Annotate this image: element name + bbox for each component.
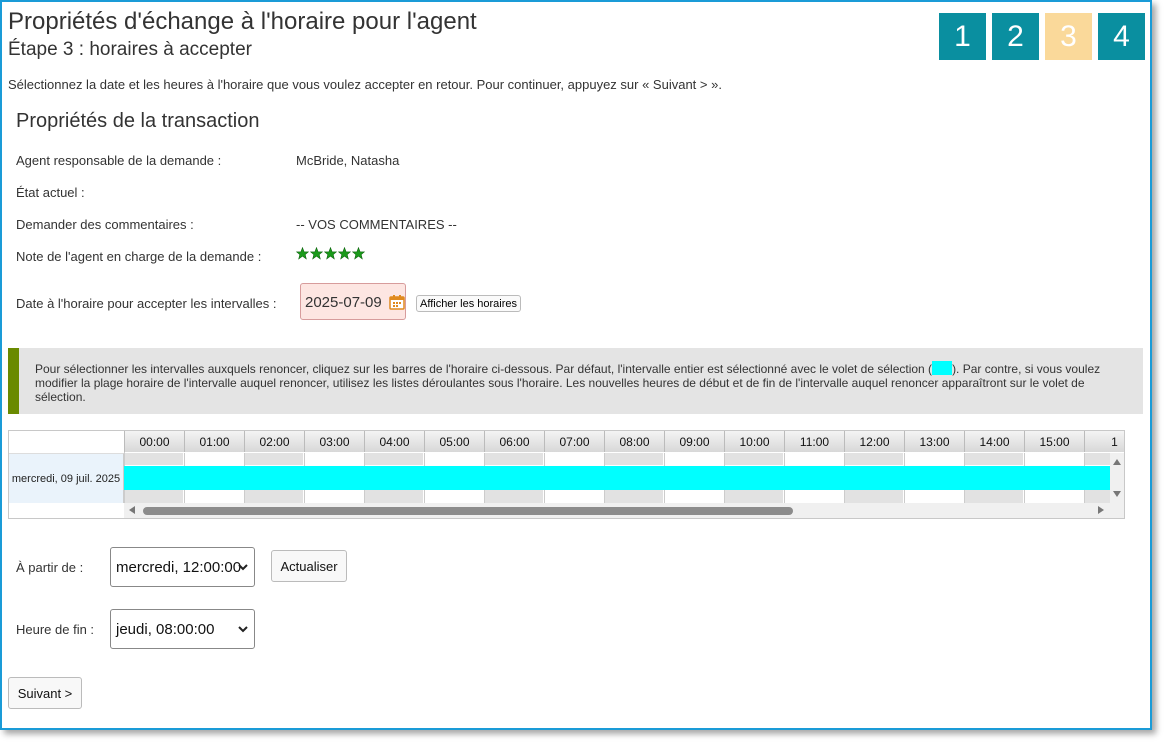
- hour-header-cell: 05:00: [424, 431, 484, 452]
- hour-header-cell: 04:00: [364, 431, 424, 452]
- page-title: Propriétés d'échange à l'horaire pour l'…: [8, 8, 477, 35]
- scrollbar-thumb[interactable]: [143, 507, 793, 515]
- hour-header-cell: 1: [1084, 431, 1124, 452]
- step-2[interactable]: 2: [992, 13, 1039, 60]
- scroll-down-icon[interactable]: [1113, 491, 1121, 497]
- end-select-value: jeudi, 08:00:00: [116, 620, 215, 638]
- star-icon: [352, 247, 365, 260]
- next-button[interactable]: Suivant >: [8, 677, 82, 709]
- refresh-button[interactable]: Actualiser: [271, 550, 347, 582]
- comments-value: -- VOS COMMENTAIRES --: [296, 217, 457, 232]
- hour-header-cell: 02:00: [244, 431, 304, 452]
- hour-header-cell: 10:00: [724, 431, 784, 452]
- hour-header-cell: 03:00: [304, 431, 364, 452]
- hour-header-cell: 12:00: [844, 431, 904, 452]
- step-3-active: 3: [1045, 13, 1092, 60]
- comments-label: Demander des commentaires :: [16, 217, 194, 232]
- hour-header-cell: 08:00: [604, 431, 664, 452]
- info-box: Pour sélectionner les intervalles auxque…: [8, 348, 1143, 414]
- hour-header-cell: 00:00: [124, 431, 184, 452]
- hour-header-cell: 13:00: [904, 431, 964, 452]
- step-1[interactable]: 1: [939, 13, 986, 60]
- scroll-up-icon[interactable]: [1113, 459, 1121, 465]
- step-indicator: 1 2 3 4: [939, 13, 1145, 60]
- show-schedules-button[interactable]: Afficher les horaires: [416, 295, 522, 312]
- end-select[interactable]: jeudi, 08:00:00: [110, 609, 255, 649]
- from-select-value: mercredi, 12:00:00: [116, 558, 242, 576]
- step-subtitle: Étape 3 : horaires à accepter: [8, 39, 252, 60]
- vertical-scrollbar[interactable]: [1110, 453, 1124, 503]
- selection-swatch: [932, 361, 953, 375]
- star-icon: [338, 247, 351, 260]
- agent-value: McBride, Natasha: [296, 153, 400, 168]
- star-icon: [324, 247, 337, 260]
- from-select[interactable]: mercredi, 12:00:00: [110, 547, 255, 587]
- chevron-down-icon: [238, 626, 248, 633]
- end-label: Heure de fin :: [16, 622, 95, 637]
- schedule-grid: 00:00 01:00 02:00 03:00 04:00 05:00 06:00 07:00…: [8, 430, 1125, 519]
- selection-bar[interactable]: [124, 466, 1110, 490]
- grid-corner: [9, 431, 125, 453]
- horizontal-scrollbar[interactable]: [124, 503, 1124, 518]
- star-icon: [296, 247, 309, 260]
- hour-header-cell: 09:00: [664, 431, 724, 452]
- from-label: À partir de :: [16, 560, 84, 575]
- dialog-frame: Propriétés d'échange à l'horaire pour l'…: [0, 0, 1152, 730]
- hour-header: 00:00 01:00 02:00 03:00 04:00 05:00 06:00 07:00…: [124, 431, 1124, 453]
- section-title: Propriétés de la transaction: [16, 110, 260, 132]
- scroll-left-icon[interactable]: [129, 506, 135, 514]
- state-label: État actuel :: [16, 185, 85, 200]
- rating-label: Note de l'agent en charge de la demande …: [16, 249, 262, 264]
- instruction-text: Sélectionnez la date et les heures à l'h…: [8, 77, 722, 92]
- date-value: 2025-07-09: [305, 294, 382, 311]
- rating-stars: [296, 247, 365, 260]
- scroll-right-icon[interactable]: [1098, 506, 1104, 514]
- hour-header-cell: 14:00: [964, 431, 1024, 452]
- hour-header-cell: 11:00: [784, 431, 844, 452]
- hour-header-cell: 07:00: [544, 431, 604, 452]
- star-icon: [310, 247, 323, 260]
- chevron-down-icon: [238, 564, 248, 571]
- date-input[interactable]: 2025-07-09: [300, 283, 406, 320]
- agent-label: Agent responsable de la demande :: [16, 153, 222, 168]
- info-text-start: Pour sélectionner les intervalles auxque…: [35, 362, 933, 376]
- hour-header-cell: 06:00: [484, 431, 544, 452]
- hour-header-cell: 01:00: [184, 431, 244, 452]
- schedule-row-label: mercredi, 09 juil. 2025: [9, 453, 124, 503]
- step-4[interactable]: 4: [1098, 13, 1145, 60]
- calendar-icon[interactable]: [389, 294, 405, 310]
- hour-header-cell: 15:00: [1024, 431, 1084, 452]
- date-label: Date à l'horaire pour accepter les inter…: [16, 296, 277, 311]
